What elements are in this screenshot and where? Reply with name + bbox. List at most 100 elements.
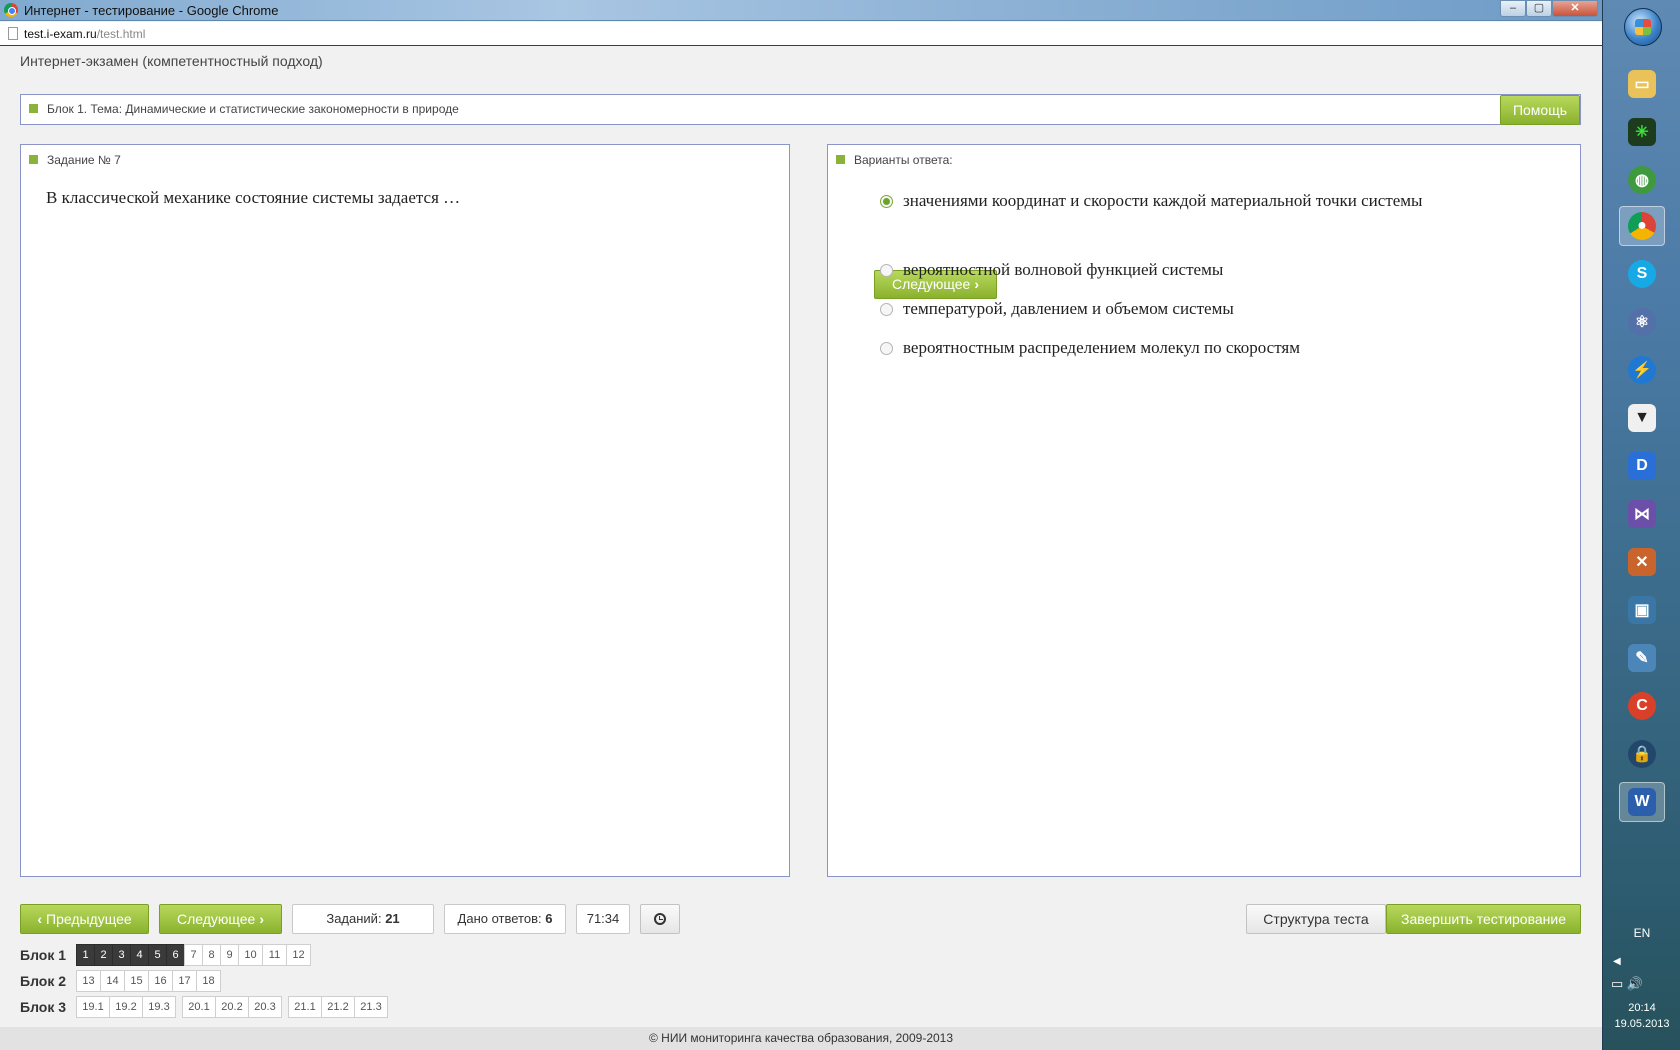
task-chip[interactable]: 13 <box>76 970 101 992</box>
task-chip[interactable]: 20.3 <box>248 996 282 1018</box>
radio-selected-icon[interactable] <box>880 194 893 208</box>
task-chip[interactable]: 18 <box>196 970 221 992</box>
task-chip[interactable]: 2 <box>94 944 113 966</box>
previous-label: Предыдущее <box>46 911 132 927</box>
task-chip[interactable]: 15 <box>124 970 149 992</box>
url-host: test.i-exam.ru <box>24 26 97 41</box>
task-chip[interactable]: 19.3 <box>142 996 176 1018</box>
task-chip[interactable]: 21.3 <box>354 996 388 1018</box>
lock-icon[interactable]: 🔒 <box>1619 734 1665 774</box>
task-chip[interactable]: 7 <box>184 944 203 966</box>
answer-option-text: вероятностной волновой функцией системы <box>903 260 1224 279</box>
page-icon <box>8 27 18 40</box>
finish-test-button[interactable]: Завершить тестирование <box>1386 904 1581 934</box>
previous-button[interactable]: ‹ Предыдущее <box>20 904 149 934</box>
next-button[interactable]: Следующее › <box>159 904 282 934</box>
chrome-logo-icon <box>4 3 18 17</box>
task-chip[interactable]: 10 <box>238 944 263 966</box>
task-chip[interactable]: 14 <box>100 970 125 992</box>
question-text: В классической механике состояние систем… <box>46 188 461 207</box>
radio-icon[interactable] <box>880 263 893 277</box>
answer-option[interactable]: вероятностной волновой функцией системы <box>880 260 1223 280</box>
task-chip[interactable]: 3 <box>112 944 131 966</box>
task-chip[interactable]: 17 <box>172 970 197 992</box>
timer: 71:34 <box>576 904 630 934</box>
exam-title: Интернет-экзамен (компетентностный подхо… <box>20 53 323 69</box>
task-chip[interactable]: 20.1 <box>182 996 216 1018</box>
network-tray-icon[interactable]: ▭ <box>1611 976 1623 991</box>
question-panel: Задание № 7 В классической механике сост… <box>20 144 790 877</box>
task-chip[interactable]: 16 <box>148 970 173 992</box>
clock-date[interactable]: 19.05.2013 <box>1603 1018 1680 1030</box>
answers-count: Дано ответов: 6 <box>444 904 566 934</box>
answers-count-label: Дано ответов: <box>457 911 542 926</box>
fox-icon[interactable]: ▼ <box>1619 398 1665 438</box>
task-chip[interactable]: 11 <box>262 944 287 966</box>
language-indicator[interactable]: EN <box>1603 926 1680 940</box>
answer-option[interactable]: вероятностным распределением молекул по … <box>880 338 1300 358</box>
radio-icon[interactable] <box>880 302 893 316</box>
block-row-2: Блок 2 13 14 15 16 17 18 <box>20 970 221 992</box>
tray-expand-icon[interactable]: ◀ <box>1613 956 1621 967</box>
help-button[interactable]: Помощь <box>1500 95 1580 125</box>
task-chip[interactable]: 1 <box>76 944 95 966</box>
answer-option-text: вероятностным распределением молекул по … <box>903 338 1301 357</box>
test-structure-button[interactable]: Структура теста <box>1246 904 1386 934</box>
answer-option[interactable]: температурой, давлением и объемом систем… <box>880 299 1234 319</box>
task-chip[interactable]: 21.2 <box>321 996 355 1018</box>
task-chip[interactable]: 21.1 <box>288 996 322 1018</box>
task-chip[interactable]: 5 <box>148 944 167 966</box>
task-chip[interactable]: 12 <box>286 944 311 966</box>
url-path: /test.html <box>96 26 146 41</box>
monitor-app-icon[interactable]: ▣ <box>1619 590 1665 630</box>
close-button[interactable]: ✕ <box>1552 0 1598 17</box>
visual-studio-icon[interactable]: ⋈ <box>1619 494 1665 534</box>
shield-app-icon[interactable]: ✕ <box>1619 542 1665 582</box>
task-chip[interactable]: 9 <box>220 944 239 966</box>
network-icon[interactable]: ✳ <box>1619 112 1665 152</box>
task-chip[interactable]: 4 <box>130 944 149 966</box>
answer-option-text: значениями координат и скорости каждой м… <box>903 191 1423 210</box>
bullet-icon <box>836 155 845 164</box>
chevron-right-icon: › <box>259 911 265 927</box>
task-chip[interactable]: 20.2 <box>215 996 249 1018</box>
folder-icon[interactable]: ▭ <box>1619 64 1665 104</box>
atom-icon[interactable]: ⚛ <box>1619 302 1665 342</box>
radio-icon[interactable] <box>880 341 893 355</box>
minimize-button[interactable]: – <box>1500 0 1526 17</box>
task-chip[interactable]: 19.1 <box>76 996 110 1018</box>
answers-header: Варианты ответа: <box>836 153 953 167</box>
start-button[interactable] <box>1624 8 1662 46</box>
block-row-3: Блок 3 19.1 19.2 19.3 20.1 20.2 20.3 21.… <box>20 996 388 1018</box>
question-header: Задание № 7 <box>29 153 121 167</box>
windows-taskbar: ▭ ✳ ◍ ● S ⚛ ⚡ ▼ D ⋈ ✕ ▣ ✎ C 🔒 W EN ◀ ▭ 🔊… <box>1602 0 1680 1050</box>
timer-toggle-button[interactable] <box>640 904 680 934</box>
ccleaner-icon[interactable]: C <box>1619 686 1665 726</box>
maximize-button[interactable]: ▢ <box>1526 0 1552 17</box>
next-label: Следующее <box>176 911 256 927</box>
globe-icon[interactable]: ◍ <box>1619 160 1665 200</box>
lightning-icon[interactable]: ⚡ <box>1619 350 1665 390</box>
answer-option[interactable]: значениями координат и скорости каждой м… <box>880 191 1422 211</box>
bullet-icon <box>29 104 38 113</box>
task-chip[interactable]: 6 <box>166 944 185 966</box>
d-app-icon[interactable]: D <box>1619 446 1665 486</box>
window-controls: – ▢ ✕ <box>1500 0 1598 17</box>
tools-app-icon[interactable]: ✎ <box>1619 638 1665 678</box>
tasks-value: 21 <box>385 911 400 926</box>
answers-title: Варианты ответа: <box>854 153 953 167</box>
word-icon[interactable]: W <box>1619 782 1665 822</box>
chevron-left-icon: ‹ <box>37 911 42 927</box>
address-bar[interactable]: test.i-exam.ru/test.html <box>0 22 1602 46</box>
volume-icon[interactable]: 🔊 <box>1627 976 1643 991</box>
skype-icon[interactable]: S <box>1619 254 1665 294</box>
task-chip[interactable]: 8 <box>202 944 221 966</box>
task-chip[interactable]: 19.2 <box>109 996 143 1018</box>
clock-icon <box>654 913 666 925</box>
tasks-count: Заданий: 21 <box>292 904 434 934</box>
browser-titlebar: Интернет - тестирование - Google Chrome … <box>0 0 1602 21</box>
clock-time[interactable]: 20:14 <box>1603 1002 1680 1014</box>
exam-page: Интернет-экзамен (компетентностный подхо… <box>0 47 1602 1050</box>
answer-option-text: температурой, давлением и объемом систем… <box>903 299 1234 318</box>
chrome-icon[interactable]: ● <box>1619 206 1665 246</box>
